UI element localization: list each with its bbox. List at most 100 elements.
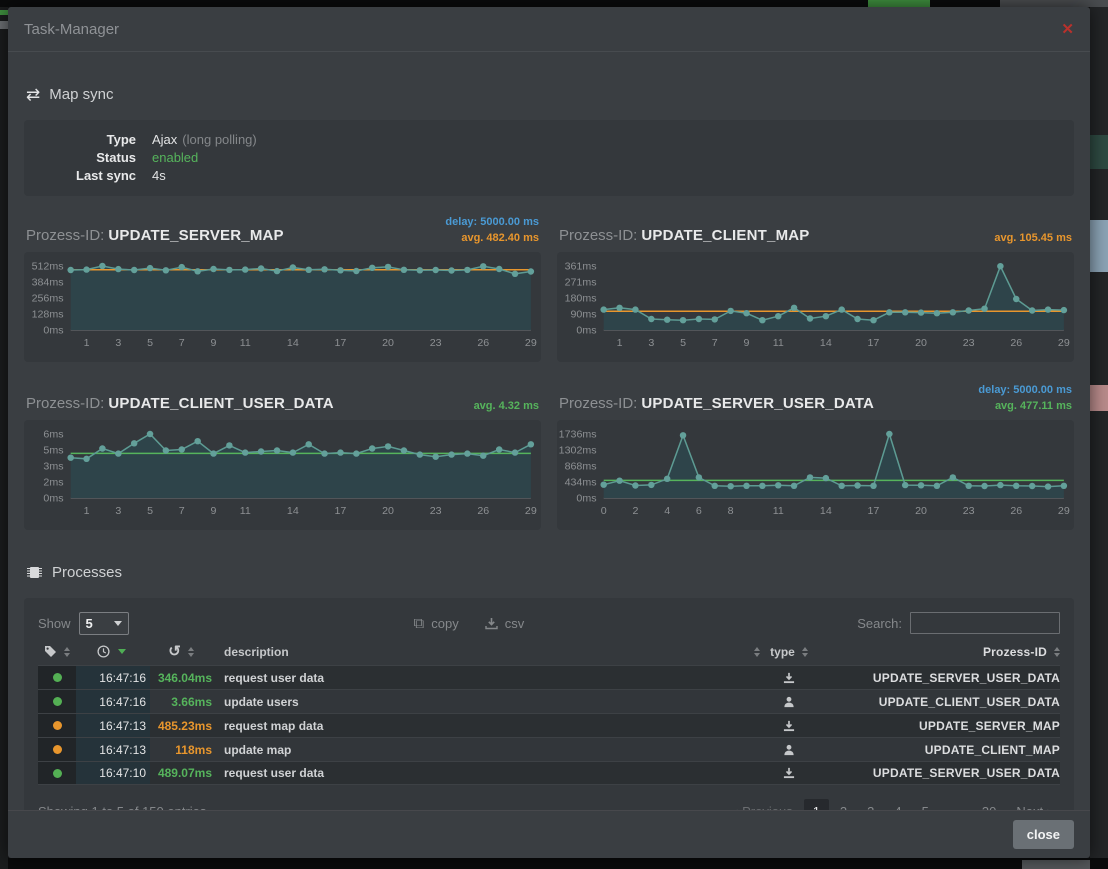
table-controls: Show 5 ⧉ copy csv [38,608,1060,638]
copy-button[interactable]: ⧉ copy [414,616,459,631]
page-button-1[interactable]: 1 [804,799,829,811]
user-icon [760,738,818,761]
svg-text:512ms: 512ms [32,261,64,273]
page-size-select[interactable]: 5 [79,612,129,635]
status-cell [38,738,76,761]
page-button-5[interactable]: 5 [913,799,938,811]
chart-update-client-user-data: Prozess-ID:UPDATE_CLIENT_USER_DATA avg. … [24,378,541,530]
delay-badge: delay: 5000.00 ms [978,382,1072,398]
map-sync-panel: Type Ajax (long polling) Status enabled … [24,120,1074,196]
close-button[interactable]: close [1013,820,1074,849]
svg-text:0ms: 0ms [576,325,596,337]
svg-text:26: 26 [1010,505,1022,517]
sync-row-status: Status enabled [40,149,1058,167]
svg-text:868ms: 868ms [565,461,597,473]
svg-text:14: 14 [287,337,299,349]
svg-text:1: 1 [84,505,90,517]
avg-badge: avg. 477.11 ms [978,398,1072,414]
map-sync-section-header: ⇄ Map sync [26,86,1074,103]
pagination: ‹ Previous12345…30Next › [725,799,1060,811]
status-dot [53,769,62,778]
page-button-3[interactable]: 3 [858,799,883,811]
background-green-segment [868,0,930,7]
exchange-icon: ⇄ [26,86,40,103]
column-prozess-id[interactable]: Prozess-ID [818,645,1060,659]
charts-grid: Prozess-ID:UPDATE_SERVER_MAP delay: 5000… [24,210,1074,530]
status-cell [38,690,76,713]
background-left-strip [0,7,8,869]
table-header: ↺ description type Prozess-ID [38,638,1060,665]
svg-text:11: 11 [240,505,251,517]
description-cell: update users [212,690,760,713]
csv-button[interactable]: csv [485,616,525,631]
delay-badge [474,382,539,398]
duration-cell: 489.07ms [150,762,212,784]
svg-text:23: 23 [963,337,975,349]
page-button-4[interactable]: 4 [885,799,910,811]
svg-text:29: 29 [525,337,537,349]
time-cell: 16:47:13 [76,714,150,737]
timing-chart: 6ms5ms3ms2ms0ms1357911141720232629 [26,422,539,528]
svg-text:29: 29 [525,505,537,517]
download-icon [485,617,498,630]
svg-text:434ms: 434ms [565,477,597,489]
duration-cell: 485.23ms [150,714,212,737]
search-input[interactable] [910,612,1060,634]
svg-text:23: 23 [430,505,442,517]
svg-text:0ms: 0ms [576,493,596,505]
page-button-2[interactable]: 2 [831,799,856,811]
time-cell: 16:47:10 [76,762,150,784]
close-icon[interactable]: ✕ [1061,22,1074,37]
svg-text:11: 11 [240,337,251,349]
svg-text:23: 23 [963,505,975,517]
svg-text:361ms: 361ms [565,261,597,273]
column-time[interactable] [76,645,150,658]
microchip-icon [26,564,43,581]
svg-text:0ms: 0ms [43,493,63,505]
duration-cell: 3.66ms [150,690,212,713]
svg-text:9: 9 [744,337,750,349]
table-body: 16:47:16346.04msrequest user dataUPDATE_… [38,665,1060,785]
prozess-id-label: Prozess-ID: [26,227,104,244]
search-label: Search: [857,616,902,631]
page-button-30[interactable]: 30 [973,799,1005,811]
processes-panel: Show 5 ⧉ copy csv [24,598,1074,810]
svg-text:11: 11 [773,337,784,349]
prozess-id-cell: UPDATE_SERVER_MAP [818,714,1060,737]
page-size-value: 5 [86,616,93,631]
svg-text:0ms: 0ms [43,325,63,337]
download-icon [760,714,818,737]
process-name: UPDATE_SERVER_MAP [108,227,283,244]
avg-badge: avg. 4.32 ms [474,398,539,414]
table-row[interactable]: 16:47:16346.04msrequest user dataUPDATE_… [38,665,1060,689]
svg-text:14: 14 [820,505,832,517]
sync-row-type: Type Ajax (long polling) [40,131,1058,149]
description-cell: update map [212,738,760,761]
table-row[interactable]: 16:47:10489.07msrequest user dataUPDATE_… [38,761,1060,785]
svg-text:7: 7 [179,337,185,349]
sort-icon [802,647,808,657]
svg-text:5: 5 [147,337,153,349]
column-status[interactable] [38,645,76,658]
prozess-id-cell: UPDATE_SERVER_USER_DATA [818,666,1060,689]
table-footer: Showing 1 to 5 of 150 entries ‹ Previous… [38,785,1060,810]
svg-text:90ms: 90ms [571,309,597,321]
next-page-button[interactable]: Next › [1007,799,1060,811]
table-row[interactable]: 16:47:13485.23msrequest map dataUPDATE_S… [38,713,1060,737]
table-row[interactable]: 16:47:13118msupdate mapUPDATE_CLIENT_MAP [38,737,1060,761]
prozess-id-label: Prozess-ID: [559,395,637,412]
table-row[interactable]: 16:47:163.66msupdate usersUPDATE_CLIENT_… [38,689,1060,713]
ellipsis: … [940,799,971,811]
modal-body: ⇄ Map sync Type Ajax (long polling) Stat… [8,52,1090,810]
map-sync-title: Map sync [49,86,113,103]
svg-text:9: 9 [211,337,217,349]
avg-badge: avg. 482.40 ms [445,230,539,246]
status-dot [53,745,62,754]
status-dot [53,673,62,682]
svg-text:384ms: 384ms [32,277,64,289]
tag-icon [44,645,57,658]
column-type[interactable]: type [760,645,818,659]
svg-text:1: 1 [617,337,623,349]
column-description[interactable]: description [212,645,760,659]
column-duration[interactable]: ↺ [150,644,212,659]
